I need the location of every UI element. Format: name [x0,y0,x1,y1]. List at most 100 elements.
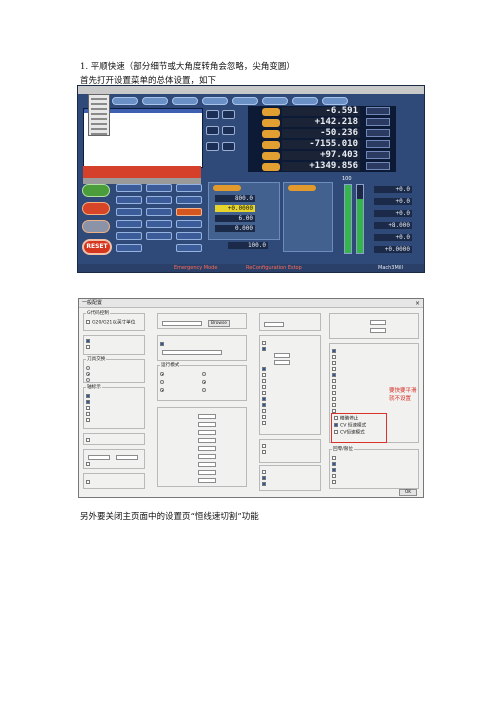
option-radio[interactable] [202,372,206,376]
dro-c[interactable]: +1349.856 [282,162,360,171]
feed-override-value[interactable]: 100.0 [228,242,268,249]
option-checkbox[interactable] [332,462,336,466]
control-button[interactable] [176,232,202,240]
exact-stop-checkbox[interactable] [334,416,338,420]
number-field[interactable] [198,414,216,419]
units-value[interactable]: 6.00 [215,215,255,222]
spindle-value[interactable]: +8.000 [374,222,412,229]
control-button[interactable] [146,220,172,228]
screen-tab[interactable] [202,97,228,105]
option-radio[interactable] [160,388,164,392]
option-radio[interactable] [160,380,164,384]
option-checkbox[interactable] [332,349,336,353]
option-checkbox[interactable] [262,397,266,401]
option-checkbox[interactable] [262,367,266,371]
number-field[interactable] [198,478,216,483]
option-checkbox[interactable] [332,361,336,365]
option-checkbox[interactable] [332,373,336,377]
option-checkbox[interactable] [86,480,90,484]
option-checkbox[interactable] [262,373,266,377]
axis-zero-button[interactable] [262,119,280,127]
path-field[interactable] [162,321,202,326]
spindle-value[interactable]: +0.0000 [374,246,412,253]
option-radio[interactable] [86,378,90,382]
option-checkbox[interactable] [262,391,266,395]
axis-zero-button[interactable] [262,130,280,138]
screen-tab[interactable] [232,97,258,105]
axis-zero-button[interactable] [262,108,280,116]
option-checkbox[interactable] [332,474,336,478]
option-checkbox[interactable] [332,385,336,389]
g20-checkbox[interactable] [86,320,90,324]
control-button[interactable] [146,184,172,192]
feed-value[interactable]: 800.0 [215,195,255,202]
option-checkbox[interactable] [86,462,90,466]
cycle-start-button[interactable] [82,184,110,197]
axis-zero-button[interactable] [262,141,280,149]
option-radio[interactable] [202,388,206,392]
option-checkbox[interactable] [332,367,336,371]
number-field[interactable] [198,430,216,435]
option-checkbox[interactable] [332,456,336,460]
spindle-value[interactable]: +0.0 [374,234,412,241]
control-button[interactable] [116,220,142,228]
ok-button[interactable]: OK [399,489,417,496]
number-field[interactable] [198,462,216,467]
option-checkbox[interactable] [332,397,336,401]
option-checkbox[interactable] [262,444,266,448]
option-radio[interactable] [160,372,164,376]
option-checkbox[interactable] [332,480,336,484]
axis-zero-button[interactable] [262,163,280,171]
dro-a[interactable]: -7155.010 [282,140,360,149]
spindle-value[interactable]: +0.0 [374,198,412,205]
scale-box[interactable] [366,107,390,115]
option-checkbox[interactable] [332,379,336,383]
scale-box[interactable] [366,140,390,148]
number-field[interactable] [198,446,216,451]
dro-x[interactable]: -6.591 [282,107,360,116]
option-checkbox[interactable] [86,339,90,343]
ref-all-button[interactable] [206,110,219,119]
number-field[interactable] [274,360,290,365]
option-checkbox[interactable] [262,470,266,474]
option-checkbox[interactable] [262,482,266,486]
option-checkbox[interactable] [262,450,266,454]
number-field[interactable] [198,422,216,427]
feed-hold-button[interactable] [82,202,110,215]
option-checkbox[interactable] [262,347,266,351]
option-checkbox[interactable] [86,418,90,422]
option-checkbox[interactable] [86,394,90,398]
ref-button[interactable] [206,142,219,151]
reset-button[interactable]: RESET [82,239,112,255]
control-button[interactable] [146,196,172,204]
option-checkbox[interactable] [262,409,266,413]
number-field[interactable] [264,322,284,327]
control-button[interactable] [176,208,202,216]
option-checkbox[interactable] [332,391,336,395]
control-button[interactable] [146,232,172,240]
screen-tab[interactable] [112,97,138,105]
option-radio[interactable] [86,372,90,376]
browse-button[interactable]: Browse [208,320,230,327]
scale-box[interactable] [366,129,390,137]
text-field[interactable] [88,455,110,460]
scale-box[interactable] [366,118,390,126]
number-field[interactable] [370,328,386,333]
dro-y[interactable]: +142.218 [282,118,360,127]
stop-button[interactable] [82,220,110,233]
screen-tab[interactable] [142,97,168,105]
ref-button[interactable] [206,126,219,135]
units-value[interactable]: 0.000 [215,225,255,232]
ref-button[interactable] [222,126,235,135]
option-checkbox[interactable] [86,406,90,410]
option-checkbox[interactable] [332,403,336,407]
control-button[interactable] [176,244,202,252]
number-field[interactable] [198,470,216,475]
number-field[interactable] [198,438,216,443]
number-field[interactable] [198,454,216,459]
cv-option-checkbox[interactable] [334,430,338,434]
option-checkbox[interactable] [262,421,266,425]
screen-tab[interactable] [172,97,198,105]
control-button[interactable] [116,184,142,192]
control-button[interactable] [176,184,202,192]
